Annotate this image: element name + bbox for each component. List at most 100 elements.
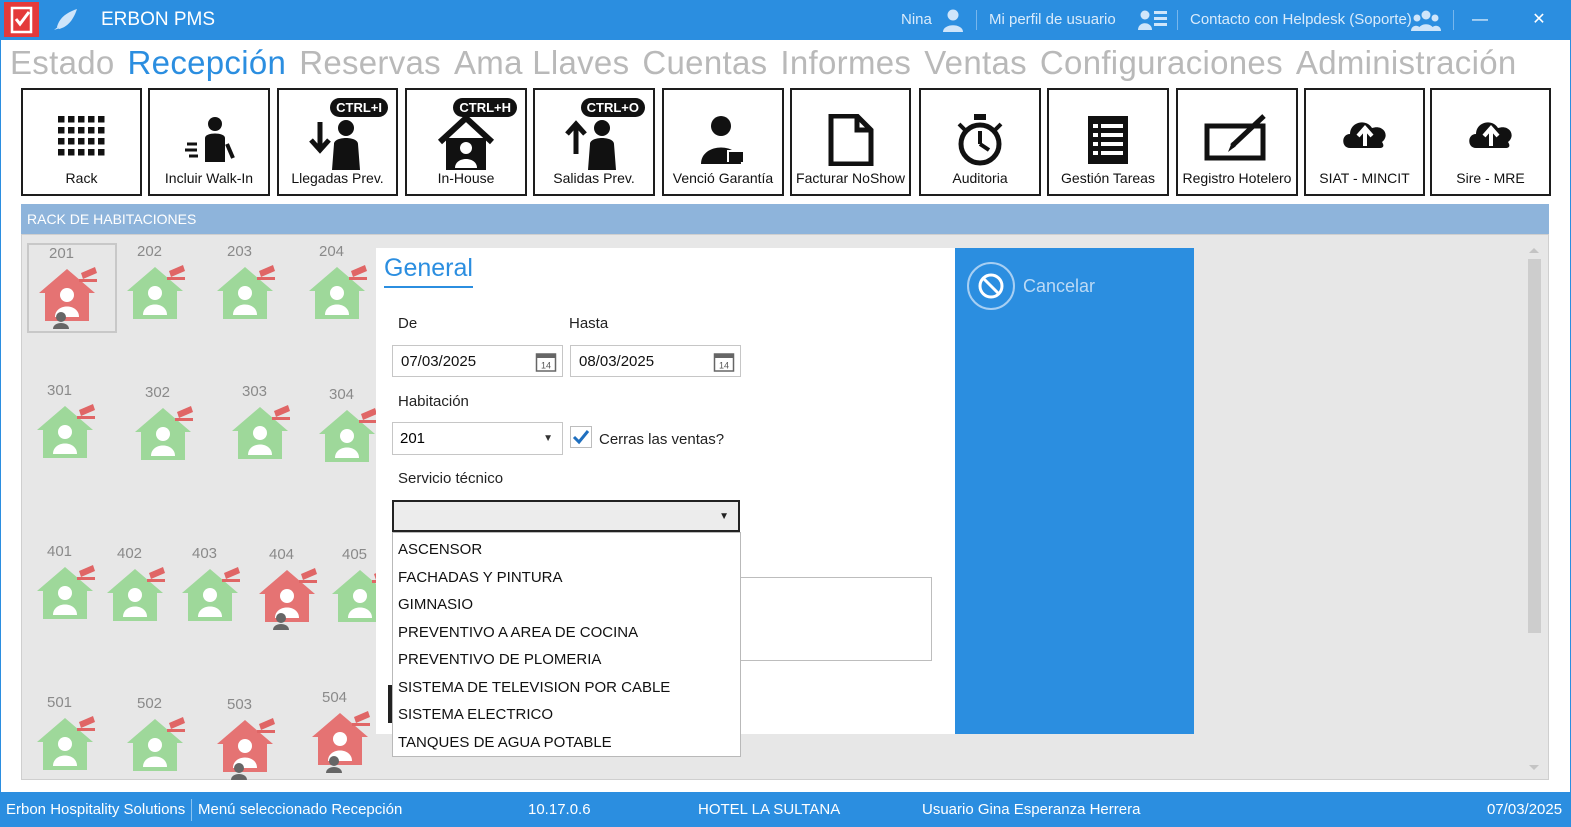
room-select-value: 201 bbox=[400, 430, 426, 447]
title-bar: ERBON PMS Nina Mi perfil de usuario Cont… bbox=[1, 0, 1571, 40]
calendar-icon[interactable]: 14 bbox=[535, 351, 557, 373]
room-203[interactable]: 203 bbox=[207, 243, 297, 333]
room-302[interactable]: 302 bbox=[125, 384, 215, 474]
service-option[interactable]: SISTEMA ELECTRICO bbox=[393, 701, 740, 729]
service-option[interactable]: FACHADAS Y PINTURA bbox=[393, 564, 740, 592]
status-version: 10.17.0.6 bbox=[528, 801, 591, 818]
rocket-icon[interactable] bbox=[51, 7, 79, 33]
menu-item-configuraciones[interactable]: Configuraciones bbox=[1040, 44, 1283, 81]
toolbar-button-label: Facturar NoShow bbox=[796, 170, 905, 186]
status-date: 07/03/2025 bbox=[1487, 801, 1563, 818]
toolbar-button-auditoria[interactable]: Auditoria bbox=[919, 88, 1041, 196]
checkmark-icon bbox=[572, 430, 590, 445]
user-name[interactable]: Nina bbox=[901, 11, 932, 28]
shortcut-badge: CTRL+H bbox=[453, 98, 517, 117]
toolbar-button-rack[interactable]: Rack bbox=[21, 88, 142, 196]
service-option[interactable]: SISTEMA DE TELEVISION POR CABLE bbox=[393, 674, 740, 702]
menu-item-administración[interactable]: Administración bbox=[1296, 44, 1517, 81]
to-label: Hasta bbox=[569, 315, 609, 332]
shortcut-badge: CTRL+O bbox=[580, 98, 645, 117]
service-options-list: ASCENSOR FACHADAS Y PINTURA GIMNASIO PREVEN… bbox=[392, 532, 741, 757]
minimize-button[interactable]: — bbox=[1465, 6, 1495, 34]
helpdesk-link[interactable]: Contacto con Helpdesk (Soporte) bbox=[1190, 11, 1412, 28]
menu-item-cuentas[interactable]: Cuentas bbox=[642, 44, 767, 81]
rack-header: RACK DE HABITACIONES bbox=[21, 204, 1549, 234]
tab-general[interactable]: General bbox=[384, 254, 473, 288]
toolbar-button-facturar-noshow[interactable]: Facturar NoShow bbox=[790, 88, 911, 196]
scroll-down-icon[interactable] bbox=[1526, 763, 1542, 773]
service-select[interactable]: ▼ bbox=[392, 500, 740, 532]
menu-item-recepción[interactable]: Recepción bbox=[128, 44, 287, 81]
toolbar-button-incluir-walk-in[interactable]: Incluir Walk-In bbox=[148, 88, 270, 196]
status-bar: Erbon Hospitality Solutions Menú selecci… bbox=[1, 792, 1571, 827]
toolbar-button-llegadas-prev-[interactable]: CTRL+I Llegadas Prev. bbox=[277, 88, 398, 196]
toolbar-button-venci-garant-a[interactable]: Venció Garantía bbox=[662, 88, 784, 196]
toolbar-button-label: Sire - MRE bbox=[1456, 170, 1525, 186]
room-303[interactable]: 303 bbox=[222, 383, 312, 473]
dialog-actions-panel: Cancelar bbox=[955, 248, 1194, 734]
toolbar-button-label: Rack bbox=[65, 170, 98, 186]
separator bbox=[191, 799, 192, 821]
toolbar-button-gesti-n-tareas[interactable]: Gestión Tareas bbox=[1047, 88, 1169, 196]
service-option[interactable]: TANQUES DE AGUA POTABLE bbox=[393, 729, 740, 757]
to-date-input[interactable]: 08/03/2025 14 bbox=[570, 345, 741, 377]
scroll-thumb[interactable] bbox=[1528, 259, 1541, 633]
toolbar-button-in-house[interactable]: CTRL+H In-House bbox=[405, 88, 527, 196]
room-502[interactable]: 502 bbox=[117, 695, 207, 785]
status-menu-selected: Menú seleccionado Recepción bbox=[198, 801, 403, 818]
app-title: ERBON PMS bbox=[101, 9, 216, 30]
toolbar-button-label: Registro Hotelero bbox=[1182, 170, 1292, 186]
notes-textarea[interactable] bbox=[738, 577, 932, 661]
profile-list-icon[interactable] bbox=[1138, 8, 1168, 32]
cancel-circle bbox=[967, 262, 1015, 310]
menu-item-informes[interactable]: Informes bbox=[780, 44, 911, 81]
toolbar-button-sire-mre[interactable]: Sire - MRE bbox=[1430, 88, 1551, 196]
service-option[interactable]: GIMNASIO bbox=[393, 591, 740, 619]
toolbar-button-salidas-prev-[interactable]: CTRL+O Salidas Prev. bbox=[533, 88, 655, 196]
from-date-input[interactable]: 07/03/2025 14 bbox=[392, 345, 563, 377]
toolbar-button-label: Incluir Walk-In bbox=[164, 170, 254, 186]
user-icon[interactable] bbox=[942, 8, 964, 32]
room-202[interactable]: 202 bbox=[117, 243, 207, 333]
toolbar-button-registro-hotelero[interactable]: Registro Hotelero bbox=[1176, 88, 1298, 196]
close-sales-label: Cerras las ventas? bbox=[599, 431, 725, 448]
calendar-day: 14 bbox=[719, 361, 729, 371]
support-group-icon[interactable] bbox=[1411, 8, 1441, 32]
menu-item-estado[interactable]: Estado bbox=[10, 44, 115, 81]
room-select[interactable]: 201 ▼ bbox=[392, 422, 563, 455]
toolbar-button-label: Salidas Prev. bbox=[553, 170, 635, 186]
room-503[interactable]: 503 bbox=[207, 696, 297, 786]
to-date-value: 08/03/2025 bbox=[579, 353, 655, 370]
menu-item-reservas[interactable]: Reservas bbox=[299, 44, 441, 81]
scroll-up-icon[interactable] bbox=[1526, 245, 1542, 255]
close-button[interactable]: ✕ bbox=[1524, 6, 1554, 34]
rack-scrollbar[interactable] bbox=[1526, 245, 1542, 773]
calendar-day: 14 bbox=[541, 361, 551, 371]
menu-item-ama-llaves[interactable]: Ama Llaves bbox=[454, 44, 629, 81]
status-company: Erbon Hospitality Solutions bbox=[6, 801, 186, 818]
separator bbox=[976, 10, 977, 30]
toolbar-button-label: Auditoria bbox=[952, 170, 1008, 186]
room-201[interactable]: 201 bbox=[27, 243, 117, 333]
status-hotel: HOTEL LA SULTANA bbox=[698, 801, 841, 818]
calendar-icon[interactable]: 14 bbox=[713, 351, 735, 373]
close-sales-checkbox[interactable] bbox=[570, 426, 592, 448]
service-option[interactable]: PREVENTIVO DE PLOMERIA bbox=[393, 646, 740, 674]
room-301[interactable]: 301 bbox=[27, 382, 117, 472]
profile-link[interactable]: Mi perfil de usuario bbox=[989, 11, 1116, 28]
service-option[interactable]: PREVENTIVO A AREA DE COCINA bbox=[393, 619, 740, 647]
service-option[interactable]: ASCENSOR bbox=[393, 536, 740, 564]
toolbar-button-label: Gestión Tareas bbox=[1061, 170, 1155, 186]
from-date-value: 07/03/2025 bbox=[401, 353, 477, 370]
app-logo-icon bbox=[4, 2, 39, 37]
menu-item-ventas[interactable]: Ventas bbox=[924, 44, 1027, 81]
main-menu: Estado Recepción Reservas Ama Llaves Cuentas… bbox=[10, 44, 1530, 88]
separator bbox=[1453, 10, 1454, 30]
room-label: Habitación bbox=[398, 393, 469, 410]
toolbar-button-label: SIAT - MINCIT bbox=[1319, 170, 1410, 186]
room-501[interactable]: 501 bbox=[27, 694, 117, 784]
cancel-button[interactable]: Cancelar bbox=[967, 262, 1167, 310]
toolbar-button-siat-mincit[interactable]: SIAT - MINCIT bbox=[1304, 88, 1425, 196]
cancel-icon bbox=[978, 273, 1004, 299]
app-window: ERBON PMS Nina Mi perfil de usuario Cont… bbox=[0, 0, 1571, 827]
